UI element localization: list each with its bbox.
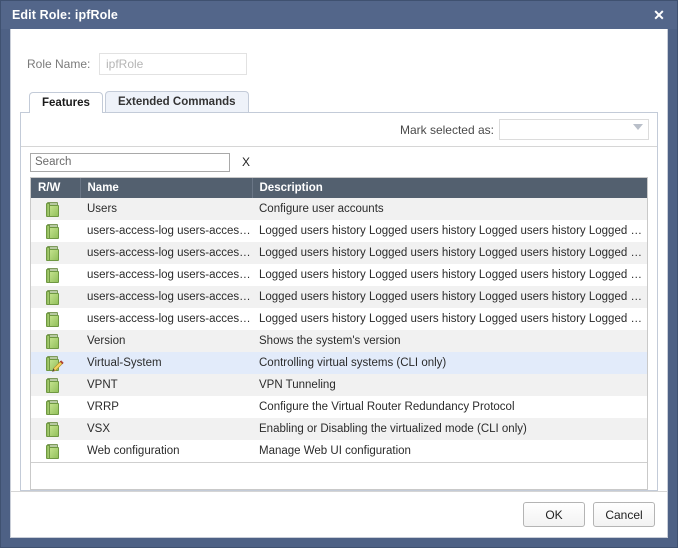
book-icon[interactable] [46, 444, 59, 459]
row-name-cell: users-access-log users-access-... [80, 220, 252, 242]
book-icon[interactable] [46, 400, 59, 415]
row-description-cell: Controlling virtual systems (CLI only) [252, 352, 647, 374]
table-row[interactable]: users-access-log users-access-...Logged … [31, 308, 647, 330]
book-icon[interactable] [46, 422, 59, 437]
search-input[interactable] [30, 153, 230, 172]
features-panel: Mark selected as: X R/W Name Descripti [20, 112, 658, 491]
role-name-row: Role Name: [11, 29, 667, 75]
row-name-cell: Virtual-System [80, 352, 252, 374]
row-rw-cell[interactable] [31, 308, 80, 330]
book-icon[interactable] [46, 246, 59, 261]
features-table-body: UsersConfigure user accountsusers-access… [31, 198, 647, 462]
row-name-cell: VPNT [80, 374, 252, 396]
row-rw-cell[interactable] [31, 242, 80, 264]
dialog-bottom-spacer [1, 538, 677, 547]
tab-bar: Features Extended Commands [11, 90, 667, 112]
row-name-cell: Web configuration [80, 440, 252, 462]
book-icon[interactable] [46, 290, 59, 305]
pencil-icon [51, 360, 64, 373]
row-name-cell: users-access-log users-access-... [80, 286, 252, 308]
table-empty-area [31, 462, 647, 489]
mark-selected-dropdown[interactable] [499, 119, 649, 140]
column-header-description[interactable]: Description [252, 178, 647, 198]
edit-role-dialog: Edit Role: ipfRole ✕ Role Name: Features… [0, 0, 678, 548]
column-header-name[interactable]: Name [80, 178, 252, 198]
dialog-titlebar: Edit Role: ipfRole ✕ [1, 1, 677, 29]
row-rw-cell[interactable] [31, 286, 80, 308]
row-rw-cell[interactable] [31, 374, 80, 396]
row-rw-cell[interactable] [31, 440, 80, 462]
row-name-cell: users-access-log users-access-... [80, 242, 252, 264]
table-row[interactable]: users-access-log users-access-...Logged … [31, 264, 647, 286]
ok-button[interactable]: OK [523, 502, 585, 527]
row-name-cell: users-access-log users-access-... [80, 308, 252, 330]
book-icon[interactable] [46, 268, 59, 283]
table-row[interactable]: VersionShows the system's version [31, 330, 647, 352]
table-row[interactable]: VRRPConfigure the Virtual Router Redunda… [31, 396, 647, 418]
row-description-cell: Logged users history Logged users histor… [252, 308, 647, 330]
row-description-cell: Manage Web UI configuration [252, 440, 647, 462]
row-name-cell: Version [80, 330, 252, 352]
row-rw-cell[interactable] [31, 198, 80, 220]
close-icon[interactable]: ✕ [650, 6, 668, 24]
features-table: R/W Name Description UsersConfigure user… [31, 178, 647, 462]
dialog-title: Edit Role: ipfRole [12, 8, 118, 22]
row-name-cell: VRRP [80, 396, 252, 418]
tab-features[interactable]: Features [29, 92, 103, 113]
mark-selected-label: Mark selected as: [400, 123, 494, 137]
row-description-cell: Logged users history Logged users histor… [252, 286, 647, 308]
row-rw-cell[interactable] [31, 418, 80, 440]
tab-extended-commands[interactable]: Extended Commands [105, 91, 249, 112]
book-icon[interactable] [46, 202, 59, 217]
book-icon[interactable] [46, 224, 59, 239]
features-table-wrapper: R/W Name Description UsersConfigure user… [30, 177, 648, 490]
table-row[interactable]: Web configurationManage Web UI configura… [31, 440, 647, 462]
table-row[interactable]: users-access-log users-access-...Logged … [31, 242, 647, 264]
table-row[interactable]: Virtual-SystemControlling virtual system… [31, 352, 647, 374]
search-bar: X [21, 147, 657, 177]
row-rw-cell[interactable] [31, 220, 80, 242]
row-description-cell: Logged users history Logged users histor… [252, 264, 647, 286]
row-name-cell: users-access-log users-access-... [80, 264, 252, 286]
row-description-cell: VPN Tunneling [252, 374, 647, 396]
table-row[interactable]: UsersConfigure user accounts [31, 198, 647, 220]
table-row[interactable]: VPNTVPN Tunneling [31, 374, 647, 396]
row-rw-cell[interactable] [31, 330, 80, 352]
row-description-cell: Enabling or Disabling the virtualized mo… [252, 418, 647, 440]
role-name-label: Role Name: [27, 57, 99, 71]
clear-search-button[interactable]: X [242, 155, 250, 169]
row-description-cell: Logged users history Logged users histor… [252, 220, 647, 242]
row-name-cell: Users [80, 198, 252, 220]
chevron-down-icon [633, 124, 643, 130]
table-header-row: R/W Name Description [31, 178, 647, 198]
role-name-input[interactable] [99, 53, 247, 75]
table-row[interactable]: users-access-log users-access-...Logged … [31, 286, 647, 308]
row-rw-cell[interactable] [31, 264, 80, 286]
book-icon[interactable] [46, 312, 59, 327]
cancel-button[interactable]: Cancel [593, 502, 655, 527]
table-row[interactable]: users-access-log users-access-...Logged … [31, 220, 647, 242]
column-header-rw[interactable]: R/W [31, 178, 80, 198]
book-edit-icon[interactable] [46, 356, 59, 371]
row-description-cell: Shows the system's version [252, 330, 647, 352]
book-icon[interactable] [46, 334, 59, 349]
row-name-cell: VSX [80, 418, 252, 440]
row-description-cell: Logged users history Logged users histor… [252, 242, 647, 264]
dialog-body: Role Name: Features Extended Commands Ma… [10, 29, 668, 538]
dialog-footer: OK Cancel [11, 491, 667, 537]
row-rw-cell[interactable] [31, 352, 80, 374]
row-description-cell: Configure user accounts [252, 198, 647, 220]
book-icon[interactable] [46, 378, 59, 393]
mark-selected-bar: Mark selected as: [21, 113, 657, 147]
row-rw-cell[interactable] [31, 396, 80, 418]
table-row[interactable]: VSXEnabling or Disabling the virtualized… [31, 418, 647, 440]
row-description-cell: Configure the Virtual Router Redundancy … [252, 396, 647, 418]
